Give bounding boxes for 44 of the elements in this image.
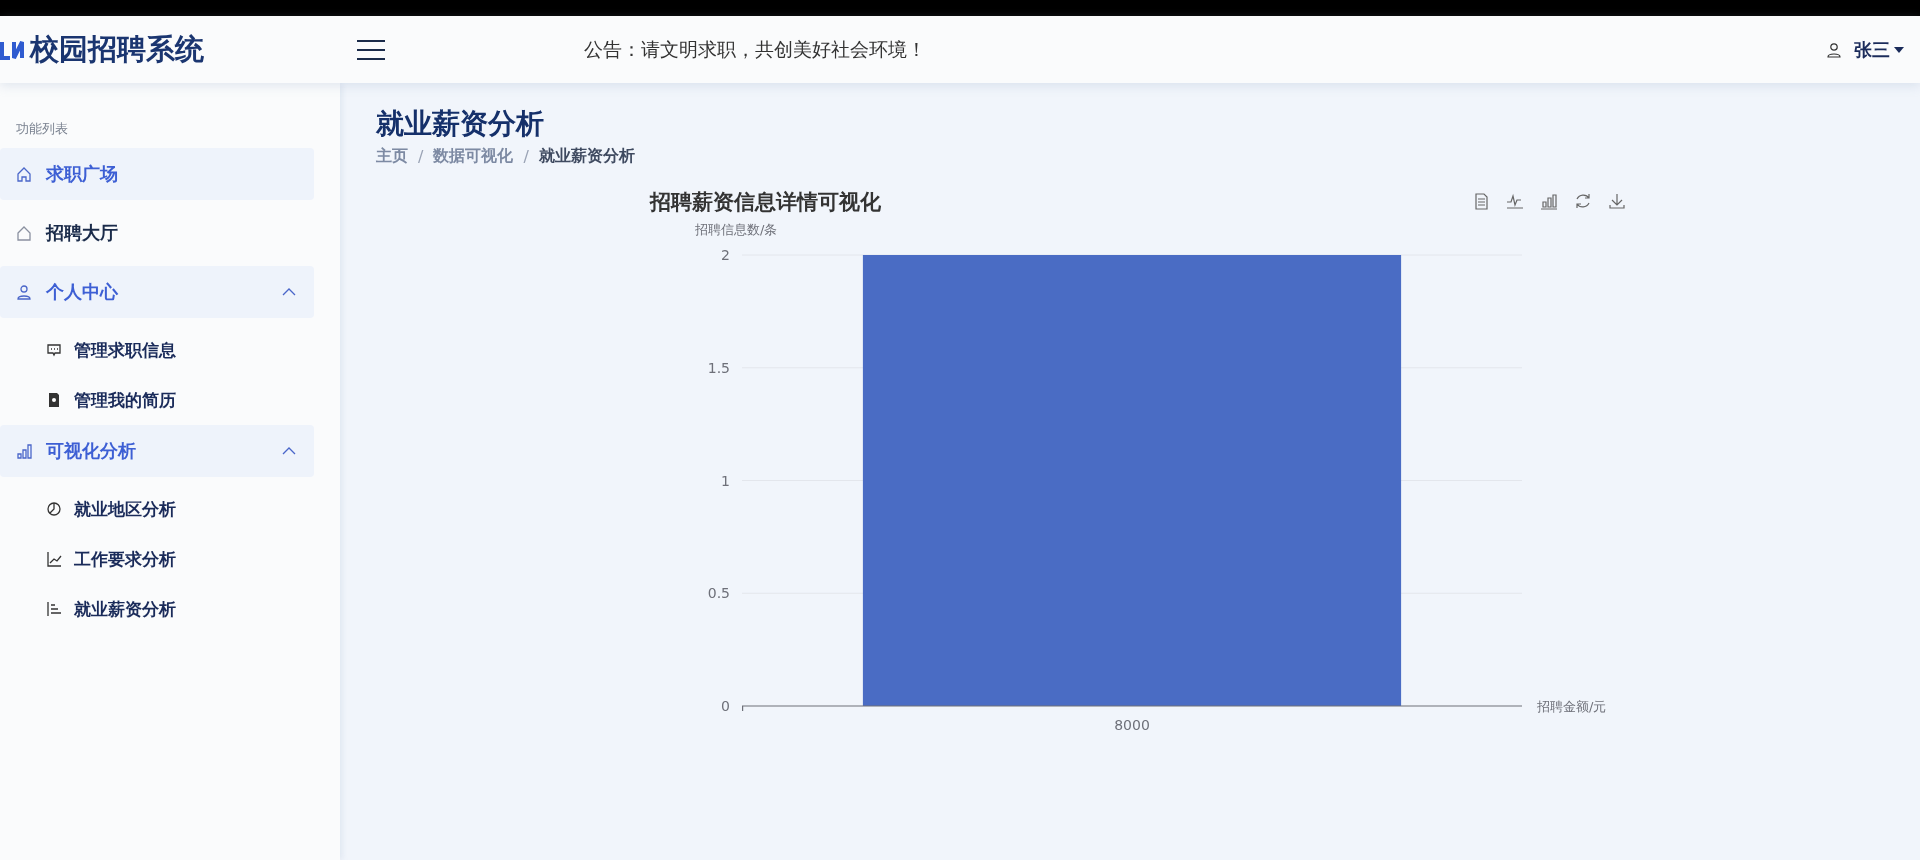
y-axis-title: 招聘信息数/条 — [695, 222, 778, 237]
bar-chart-icon — [16, 443, 32, 459]
house-icon — [16, 225, 32, 241]
breadcrumb-separator: / — [418, 147, 424, 166]
breadcrumb-current: 就业薪资分析 — [538, 146, 635, 167]
y-tick-label: 0.5 — [707, 585, 730, 602]
page-title: 就业薪资分析 — [376, 106, 545, 142]
refresh-icon[interactable] — [1576, 193, 1590, 209]
menu-button[interactable] — [356, 37, 386, 62]
submenu-item[interactable]: 就业薪资分析 — [0, 584, 340, 634]
submenu-item[interactable]: 管理我的简历 — [0, 375, 340, 425]
home-icon — [16, 166, 32, 182]
x-tick-label: 8000 — [1114, 717, 1150, 733]
user-icon — [1826, 41, 1842, 58]
user-menu-button[interactable]: 张三 — [1854, 37, 1904, 62]
submenu-item[interactable]: 工作要求分析 — [0, 534, 340, 584]
pie-chart-icon — [46, 501, 62, 517]
bar-chart-icon[interactable] — [1540, 194, 1558, 210]
y-tick-label: 1.5 — [707, 359, 730, 376]
line-chart-icon[interactable] — [1506, 193, 1524, 209]
menu-group[interactable]: 可视化分析 — [0, 425, 314, 477]
y-tick-label: 0 — [721, 698, 730, 714]
chevron-icon — [282, 288, 296, 296]
submenu-item[interactable]: 管理求职信息 — [0, 325, 340, 375]
chat-icon — [46, 342, 62, 358]
y-tick-label: 2 — [721, 247, 730, 263]
document-icon — [46, 392, 62, 408]
menu-group[interactable]: 个人中心 — [0, 266, 314, 318]
breadcrumb-separator: / — [523, 147, 529, 166]
menu-item[interactable]: 招聘大厅 — [0, 207, 314, 259]
data-view-icon[interactable] — [1475, 193, 1488, 210]
chevron-icon — [282, 447, 296, 455]
submenu-item[interactable]: 就业地区分析 — [0, 484, 340, 534]
sidebar-heading: 功能列表 — [15, 120, 69, 138]
x-axis-title: 招聘金额/元 — [1537, 699, 1607, 714]
notice-text: 公告：请文明求职，共创美好社会环境！ — [584, 36, 926, 62]
y-tick-label: 1 — [721, 472, 730, 489]
app-title: 校园招聘系统 — [30, 30, 204, 68]
chart-title: 招聘薪资信息详情可视化 — [650, 190, 881, 214]
line-chart-icon — [46, 551, 62, 567]
download-icon[interactable] — [1609, 193, 1625, 209]
menu-item[interactable]: 求职广场 — [0, 148, 314, 200]
user-icon — [16, 284, 32, 300]
list-icon — [46, 601, 62, 617]
